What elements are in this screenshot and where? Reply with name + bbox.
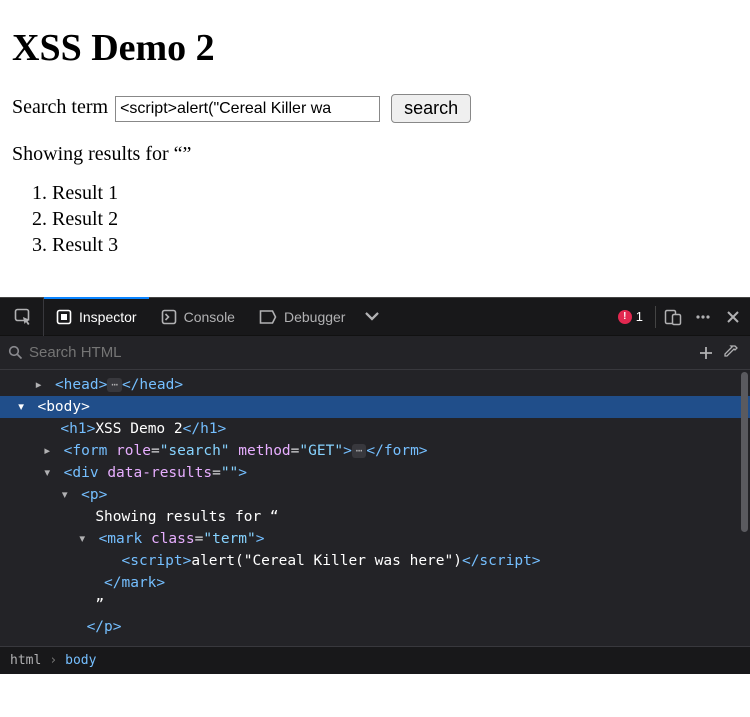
chevron-right-icon: › [49, 653, 57, 668]
dom-node[interactable]: ▾ <p> [0, 484, 750, 506]
html-search-input[interactable] [23, 343, 694, 362]
results-list: Result 1 Result 2 Result 3 [52, 182, 738, 257]
dom-node[interactable]: <script>alert("Cereal Killer was here")<… [0, 550, 750, 572]
dom-node[interactable]: </p> [0, 616, 750, 638]
devtools-panel: Inspector Console Debugger ! 1 [0, 297, 750, 674]
list-item: Result 2 [52, 208, 738, 231]
dom-node-selected[interactable]: ▾ <body> [0, 396, 750, 418]
error-count[interactable]: ! 1 [608, 309, 653, 324]
page-title: XSS Demo 2 [12, 26, 738, 70]
add-node-button[interactable] [694, 334, 718, 372]
breadcrumb-item[interactable]: html [10, 653, 41, 668]
scrollbar[interactable] [741, 372, 748, 532]
dom-node[interactable]: ▾ <div data-results=""> [0, 462, 750, 484]
tab-inspector[interactable]: Inspector [44, 298, 149, 336]
list-item: Result 1 [52, 182, 738, 205]
dom-node[interactable]: ▸ <head>⋯</head> [0, 374, 750, 396]
devtools-search-bar [0, 336, 750, 370]
breadcrumb: html › body [0, 646, 750, 674]
tab-debugger[interactable]: Debugger [247, 298, 358, 336]
search-input[interactable] [115, 96, 380, 122]
close-devtools-button[interactable] [718, 298, 748, 336]
responsive-mode-button[interactable] [658, 298, 688, 336]
search-form: Search term search [12, 94, 738, 123]
tab-console[interactable]: Console [149, 298, 247, 336]
tabs-overflow-button[interactable] [357, 298, 387, 336]
list-item: Result 3 [52, 234, 738, 257]
dom-node[interactable]: </mark> [0, 572, 750, 594]
results-heading: Showing results for “” [12, 143, 738, 166]
dom-node[interactable]: <h1>XSS Demo 2</h1> [0, 418, 750, 440]
search-label: Search term [12, 96, 108, 118]
dom-text-node[interactable]: ” [0, 594, 750, 616]
console-icon [161, 309, 177, 325]
dom-text-node[interactable]: Showing results for “ [0, 506, 750, 528]
element-picker-button[interactable] [2, 298, 44, 336]
dom-node[interactable]: ▾ <mark class="term"> [0, 528, 750, 550]
search-icon [8, 345, 23, 360]
dom-node[interactable]: ▸ <form role="search" method="GET">⋯</fo… [0, 440, 750, 462]
inspector-icon [56, 309, 72, 325]
search-button[interactable]: search [391, 94, 471, 123]
error-icon: ! [618, 310, 632, 324]
dom-tree[interactable]: ▸ <head>⋯</head> ▾ <body> <h1>XSS Demo 2… [0, 370, 750, 646]
debugger-icon [259, 309, 277, 325]
breadcrumb-item[interactable]: body [65, 653, 96, 668]
kebab-menu-button[interactable] [688, 298, 718, 336]
eyedropper-button[interactable] [718, 334, 742, 372]
page-content: XSS Demo 2 Search term search Showing re… [0, 0, 750, 297]
devtools-tabbar: Inspector Console Debugger ! 1 [0, 298, 750, 336]
